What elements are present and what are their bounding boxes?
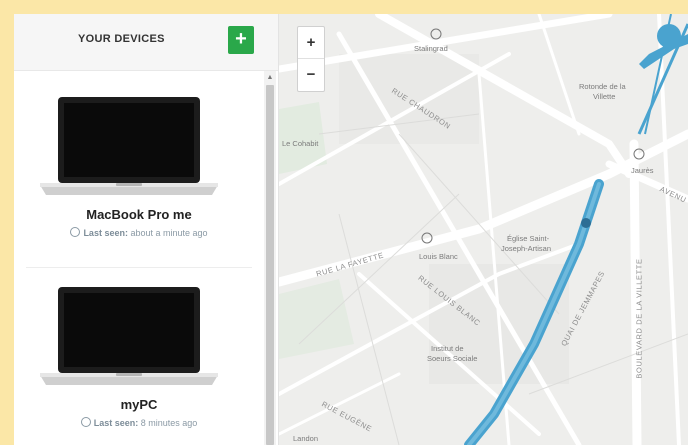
map-label-stalingrad: Stalingrad <box>414 44 448 53</box>
map-label-rotonde: Rotonde de la <box>579 82 626 91</box>
map-label-eglise-2: Joseph-Artisan <box>501 244 552 253</box>
laptop-icon <box>40 97 218 195</box>
scroll-thumb[interactable] <box>266 85 274 445</box>
map-label-jaures: Jaurès <box>631 166 654 175</box>
sidebar-scrollbar[interactable]: ▲ <box>264 71 276 445</box>
zoom-out-button[interactable]: − <box>298 59 324 90</box>
map-label-boulevard: BOULEVARD DE LA VILLETTE <box>634 258 644 379</box>
last-seen-label: Last seen: <box>93 418 139 428</box>
last-seen-label: Last seen: <box>83 228 128 238</box>
map-label-le-cohabit: Le Cohabit <box>282 139 319 148</box>
divider <box>26 267 252 268</box>
device-list: MacBook Pro me Last seen: about a minute… <box>14 71 264 445</box>
last-seen-value: 8 minutes ago <box>140 418 198 428</box>
map-label-institut: Institut de <box>431 344 464 353</box>
map-label-eglise: Église Saint- <box>507 234 550 243</box>
clock-icon <box>70 227 81 237</box>
zoom-in-button[interactable]: + <box>298 27 324 59</box>
scroll-up-arrow-icon[interactable]: ▲ <box>264 73 276 83</box>
last-seen-value: about a minute ago <box>130 228 208 238</box>
map-label-landon: Landon <box>293 434 319 443</box>
laptop-icon <box>40 287 218 385</box>
sidebar-title: YOUR DEVICES <box>78 33 165 45</box>
map-label-villette: Villette <box>593 92 616 101</box>
device-name: myPC <box>120 397 158 412</box>
add-device-button[interactable]: + <box>228 26 254 54</box>
map-view[interactable]: Stalingrad RUE CHAUDRON Rotonde de la Vi… <box>279 14 688 445</box>
map-canvas <box>279 14 688 445</box>
map-label-institut-2: Soeurs Sociale <box>427 354 478 363</box>
sidebar-header: YOUR DEVICES + <box>14 14 278 71</box>
device-last-seen: Last seen: 8 minutes ago <box>14 417 264 428</box>
map-label-louis-blanc: Louis Blanc <box>419 252 458 261</box>
devices-sidebar: YOUR DEVICES + MacBook Pro me Last seen:… <box>14 14 279 445</box>
device-last-seen: Last seen: about a minute ago <box>14 227 264 238</box>
clock-icon <box>80 417 91 427</box>
device-card[interactable]: MacBook Pro me Last seen: about a minute… <box>14 83 264 273</box>
device-card[interactable]: myPC Last seen: 8 minutes ago <box>14 273 264 445</box>
app-frame: YOUR DEVICES + MacBook Pro me Last seen:… <box>14 14 688 445</box>
device-name: MacBook Pro me <box>86 207 192 222</box>
zoom-control: + − <box>297 26 325 92</box>
